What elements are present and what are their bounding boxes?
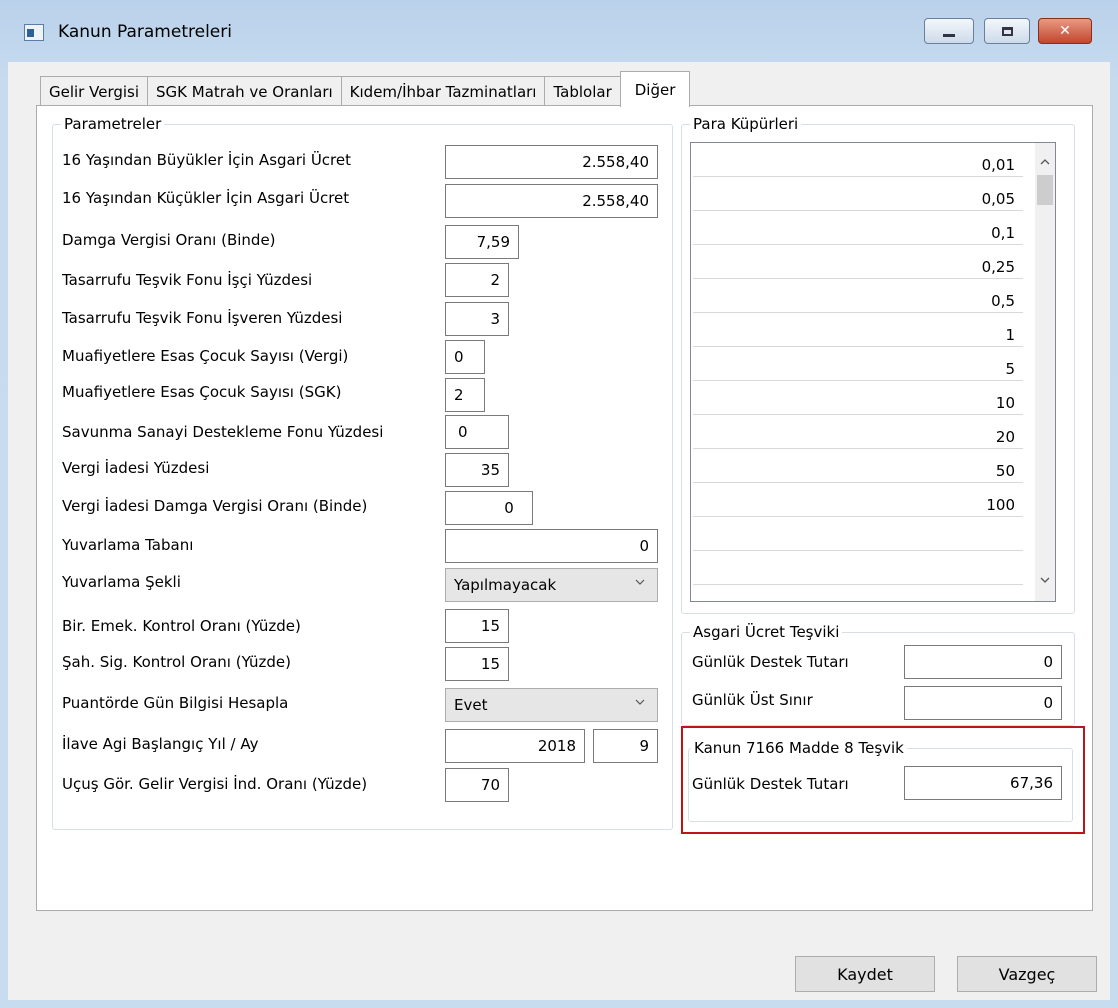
- gunluk-ust-sinir-field[interactable]: 0: [904, 686, 1062, 720]
- label-asgari-ucret-kucuk: 16 Yaşından Küçükler İçin Asgari Ücret: [62, 189, 350, 207]
- list-item[interactable]: [693, 525, 1023, 551]
- puantor-gun-bilgisi-value: Evet: [454, 696, 488, 714]
- ttf-isci-yuzdesi-field[interactable]: 2: [445, 263, 509, 297]
- tab-kidem-ihbar[interactable]: Kıdem/İhbar Tazminatları: [340, 76, 546, 106]
- vazgec-button[interactable]: Vazgeç: [957, 956, 1097, 992]
- maximize-icon: [1001, 26, 1013, 36]
- yuvarlama-tabani-field[interactable]: 0: [445, 529, 658, 563]
- list-item[interactable]: 0,05: [693, 185, 1023, 211]
- minimize-icon: [943, 33, 955, 37]
- label-gunluk-destek-tutari: Günlük Destek Tutarı: [692, 653, 849, 671]
- list-item[interactable]: 0,01: [693, 151, 1023, 177]
- label-vergi-iadesi-yuzdesi: Vergi İadesi Yüzdesi: [62, 459, 210, 477]
- bir-emek-kontrol-orani-field[interactable]: 15: [445, 609, 509, 643]
- label-savunma-sanayi-fonu: Savunma Sanayi Destekleme Fonu Yüzdesi: [62, 423, 384, 441]
- chevron-down-icon: [635, 579, 645, 585]
- label-damga-vergisi-orani: Damga Vergisi Oranı (Binde): [62, 231, 276, 249]
- chevron-down-icon: [635, 699, 645, 705]
- savunma-sanayi-fonu-field[interactable]: 0: [445, 415, 509, 449]
- sah-sig-kontrol-orani-field[interactable]: 15: [445, 647, 509, 681]
- vergi-iadesi-yuzdesi-field[interactable]: 35: [445, 453, 509, 487]
- tab-gelir-vergisi[interactable]: Gelir Vergisi: [40, 76, 149, 106]
- vergi-iadesi-damga-orani-field[interactable]: 0: [445, 491, 533, 525]
- list-item[interactable]: 0,1: [693, 219, 1023, 245]
- label-asgari-ucret-buyuk: 16 Yaşından Büyükler İçin Asgari Ücret: [62, 151, 351, 169]
- list-item[interactable]: 0,25: [693, 253, 1023, 279]
- para-kupurleri-title: Para Küpürleri: [690, 115, 802, 133]
- gunluk-destek-tutari-field[interactable]: 0: [904, 645, 1062, 679]
- list-item[interactable]: 5: [693, 355, 1023, 381]
- label-vergi-iadesi-damga-orani: Vergi İadesi Damga Vergisi Oranı (Binde): [62, 497, 368, 515]
- scroll-down-icon[interactable]: [1038, 573, 1052, 587]
- title-bar[interactable]: Kanun Parametreleri ✕: [0, 0, 1118, 62]
- label-gunluk-ust-sinir: Günlük Üst Sınır: [692, 691, 813, 709]
- label-bir-emek-kontrol-orani: Bir. Emek. Kontrol Oranı (Yüzde): [62, 617, 301, 635]
- app-icon: [24, 24, 44, 41]
- maximize-button[interactable]: [984, 18, 1030, 44]
- list-item[interactable]: 1: [693, 321, 1023, 347]
- kaydet-button[interactable]: Kaydet: [795, 956, 935, 992]
- tab-tablolar[interactable]: Tablolar: [544, 76, 621, 106]
- window: Kanun Parametreleri ✕ Gelir Vergisi SGK …: [0, 0, 1118, 1008]
- asgari-ucret-tesviki-title: Asgari Ücret Teşviki: [690, 623, 843, 641]
- yuvarlama-sekli-select[interactable]: Yapılmayacak: [445, 568, 658, 602]
- tab-strip: Gelir Vergisi SGK Matrah ve Oranları Kıd…: [40, 71, 691, 107]
- label-ucus-gor-gelir-vergisi: Uçuş Gör. Gelir Vergisi İnd. Oranı (Yüzd…: [62, 775, 368, 793]
- highlight-box: [681, 726, 1085, 834]
- ilave-agi-ay-field[interactable]: 9: [593, 729, 658, 763]
- para-kupurleri-list[interactable]: 0,01 0,05 0,1 0,25 0,5 1 5 10 20 50 100: [690, 142, 1056, 602]
- list-scrollbar[interactable]: [1035, 143, 1055, 601]
- list-item[interactable]: 10: [693, 389, 1023, 415]
- ilave-agi-yil-field[interactable]: 2018: [445, 729, 585, 763]
- ucus-gor-gelir-vergisi-field[interactable]: 70: [445, 768, 509, 802]
- label-ilave-agi-baslangic: İlave Agi Başlangıç Yıl / Ay: [62, 735, 259, 753]
- label-sah-sig-kontrol-orani: Şah. Sig. Kontrol Oranı (Yüzde): [62, 653, 291, 671]
- ttf-isveren-yuzdesi-field[interactable]: 3: [445, 302, 509, 336]
- list-item[interactable]: [693, 559, 1023, 585]
- asgari-ucret-kucuk-field[interactable]: 2.558,40: [445, 184, 658, 218]
- label-yuvarlama-sekli: Yuvarlama Şekli: [62, 573, 181, 591]
- cocuk-sayisi-vergi-field[interactable]: 0: [445, 340, 485, 374]
- label-ttf-isveren-yuzdesi: Tasarrufu Teşvik Fonu İşveren Yüzdesi: [62, 309, 343, 327]
- label-cocuk-sayisi-sgk: Muafiyetlere Esas Çocuk Sayısı (SGK): [62, 383, 342, 401]
- puantor-gun-bilgisi-select[interactable]: Evet: [445, 688, 658, 722]
- label-cocuk-sayisi-vergi: Muafiyetlere Esas Çocuk Sayısı (Vergi): [62, 347, 349, 365]
- close-button[interactable]: ✕: [1038, 18, 1092, 44]
- window-title: Kanun Parametreleri: [58, 22, 232, 42]
- label-ttf-isci-yuzdesi: Tasarrufu Teşvik Fonu İşçi Yüzdesi: [62, 271, 313, 289]
- scroll-up-icon[interactable]: [1038, 155, 1052, 169]
- list-item[interactable]: 100: [693, 491, 1023, 517]
- list-item[interactable]: 50: [693, 457, 1023, 483]
- scroll-thumb[interactable]: [1037, 175, 1053, 205]
- parametreler-title: Parametreler: [61, 115, 165, 133]
- yuvarlama-sekli-value: Yapılmayacak: [454, 576, 557, 594]
- label-yuvarlama-tabani: Yuvarlama Tabanı: [62, 536, 194, 554]
- asgari-ucret-buyuk-field[interactable]: 2.558,40: [445, 145, 658, 179]
- list-item[interactable]: 0,5: [693, 287, 1023, 313]
- tab-sgk-matrah[interactable]: SGK Matrah ve Oranları: [147, 76, 342, 106]
- list-item[interactable]: 20: [693, 423, 1023, 449]
- label-puantor-gun-bilgisi: Puantörde Gün Bilgisi Hesapla: [62, 694, 289, 712]
- minimize-button[interactable]: [924, 18, 974, 44]
- close-icon: ✕: [1059, 23, 1071, 39]
- damga-vergisi-orani-field[interactable]: 7,59: [445, 225, 519, 259]
- cocuk-sayisi-sgk-field[interactable]: 2: [445, 378, 485, 412]
- tab-diger[interactable]: Diğer: [619, 71, 691, 107]
